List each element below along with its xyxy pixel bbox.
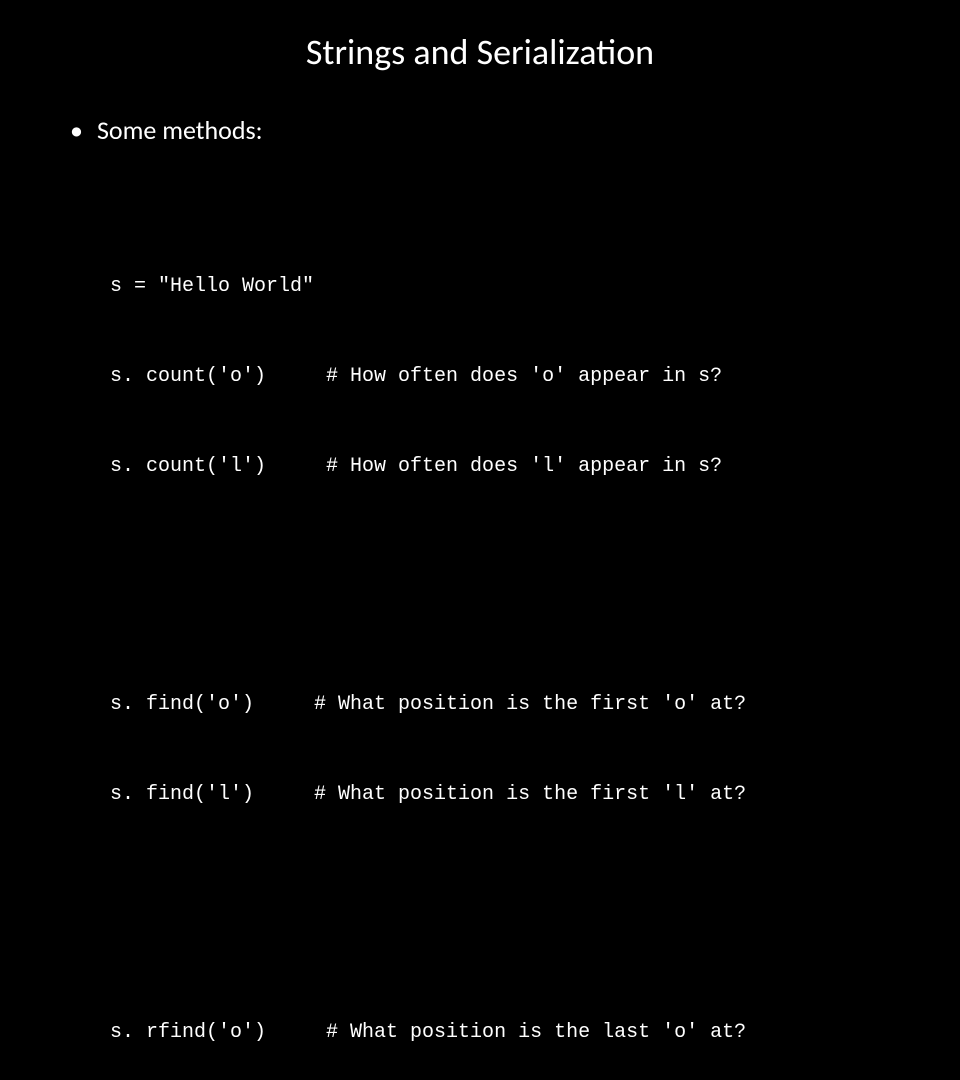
code-block: s = "Hello World" s. count('o') # How of… xyxy=(110,152,900,1080)
code-group-1: s = "Hello World" s. count('o') # How of… xyxy=(110,212,900,542)
bullet-item: • Some methods: xyxy=(60,114,900,146)
code-line: s. find('l') # What position is the firs… xyxy=(110,780,900,810)
code-line: s. find('o') # What position is the firs… xyxy=(110,690,900,720)
code-line: s = "Hello World" xyxy=(110,272,900,302)
page-title: Strings and Serialization xyxy=(60,30,900,74)
code-line: s. count('l') # How often does 'l' appea… xyxy=(110,452,900,482)
code-group-2: s. find('o') # What position is the firs… xyxy=(110,630,900,870)
code-group-3: s. rfind('o') # What position is the las… xyxy=(110,958,900,1080)
bullet-dot-icon: • xyxy=(70,114,83,146)
bullet-text: Some methods: xyxy=(97,114,263,146)
code-line: s. count('o') # How often does 'o' appea… xyxy=(110,362,900,392)
slide-container: Strings and Serialization • Some methods… xyxy=(0,0,960,540)
code-line: s. rfind('o') # What position is the las… xyxy=(110,1018,900,1048)
